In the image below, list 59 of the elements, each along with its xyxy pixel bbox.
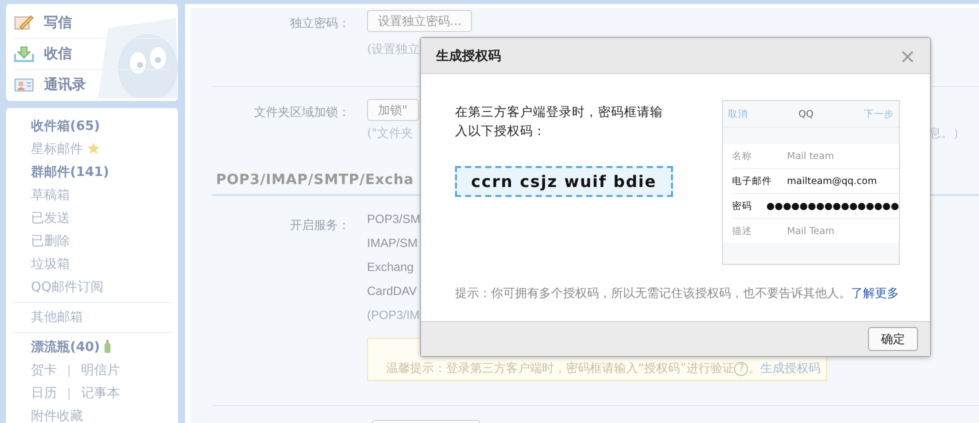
star-icon — [87, 142, 100, 155]
field-value: Mail team — [787, 150, 834, 162]
folder-item[interactable]: 已删除 — [31, 232, 70, 250]
sidebar-link[interactable]: 记事本 — [81, 384, 120, 402]
sidebar-link[interactable]: 明信片 — [81, 360, 120, 378]
setting-label: 开启服务： — [289, 217, 350, 234]
learn-more-link[interactable]: 了解更多 — [851, 285, 899, 302]
generate-code-link[interactable]: 生成授权码 — [760, 360, 820, 377]
sidebar-action[interactable]: 通讯录 — [14, 70, 170, 100]
bottle-icon — [104, 340, 111, 353]
service-option: POP3/SM — [367, 212, 420, 230]
field-label: 电子邮件 — [732, 174, 773, 188]
close-button[interactable]: × — [899, 46, 916, 66]
dialog-title: 生成授权码 — [436, 48, 501, 64]
setting-note: (设置独立 — [367, 41, 420, 58]
service-option: IMAP/SM — [367, 236, 418, 254]
tip-text: 温馨提示：登录第三方客户端时，密码框请输入“授权码”进行验证 — [386, 360, 734, 377]
setting-note: (POP3/IM — [367, 308, 420, 322]
field-value: mailteam@qq.com — [787, 176, 877, 186]
separator: | — [67, 362, 72, 376]
folder-item[interactable]: 其他邮箱 — [31, 308, 83, 326]
inbox-download-icon — [14, 46, 34, 62]
sidebar-link[interactable]: 贺卡 — [31, 360, 57, 378]
folder-item[interactable]: 群邮件(141) — [31, 162, 110, 180]
setting-note: ("文件夹 — [367, 125, 414, 142]
service-option: Exchang — [367, 260, 414, 278]
service-option: CardDAV — [367, 284, 417, 302]
sidebar-link[interactable]: 日历 — [31, 384, 57, 402]
separator: | — [67, 386, 72, 400]
next-label: 下一步 — [864, 108, 894, 120]
folder-item[interactable]: 收件箱(65) — [31, 116, 100, 134]
screen-title: QQ — [798, 108, 814, 120]
cancel-label: 取消 — [728, 108, 748, 120]
field-label: 描述 — [732, 224, 753, 238]
pencil-icon — [14, 15, 34, 31]
auth-code: ccrn csjz wuif bdie — [455, 166, 673, 197]
ok-button[interactable]: 确定 — [868, 327, 918, 351]
folder-item[interactable]: 漂流瓶(40) — [31, 338, 100, 356]
setting-button[interactable]: 设置独立密码... — [367, 10, 472, 32]
instruction-text: 在第三方客户端登录时，密码框请输入以下授权码： — [455, 103, 664, 140]
tip-text: 。 — [748, 360, 760, 377]
help-icon[interactable]: ? — [734, 362, 748, 376]
field-label: 名称 — [732, 150, 753, 162]
contact-card-icon — [14, 77, 34, 93]
field-value: Mail Team — [787, 226, 834, 236]
folder-item[interactable]: QQ邮件订阅 — [31, 278, 104, 296]
setting-label: 文件夹区域加锁： — [253, 104, 350, 121]
sidebar-action[interactable]: 写信 — [14, 8, 170, 39]
folder-item[interactable]: 已发送 — [31, 208, 70, 226]
setting-label: 独立密码： — [289, 15, 350, 32]
sidebar-action[interactable]: 收信 — [14, 39, 170, 70]
folder-item[interactable]: 星标邮件 — [31, 140, 83, 158]
field-value: ●●●●●●●●●●●●●●●● — [766, 200, 899, 212]
field-label: 密码 — [732, 200, 753, 212]
folder-item[interactable]: 草稿箱 — [31, 186, 70, 204]
hint-text: 提示：你可拥有多个授权码，所以无需记住该授权码，也不要告诉其他人。 — [455, 285, 851, 302]
folder-item[interactable]: 附件收藏 — [31, 406, 83, 423]
folder-item[interactable]: 垃圾箱 — [31, 254, 70, 272]
setting-button[interactable]: 加锁" — [367, 99, 419, 121]
